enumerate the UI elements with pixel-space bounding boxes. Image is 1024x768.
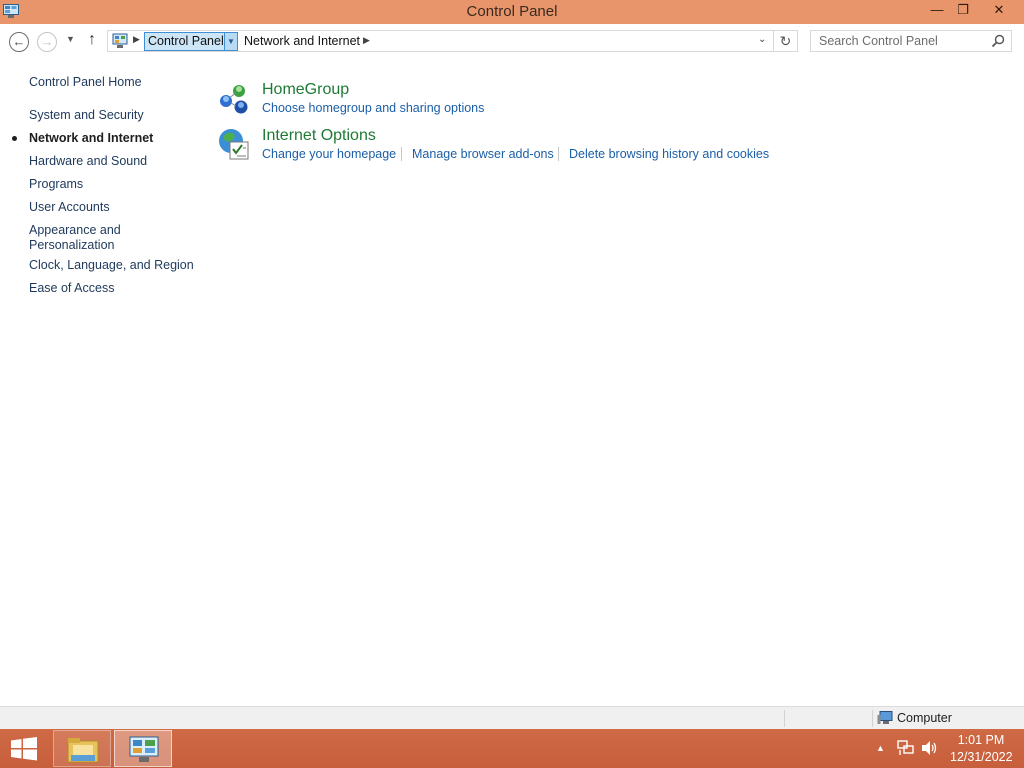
nav-programs[interactable]: Programs [29, 177, 83, 192]
taskbar-file-explorer-button[interactable] [53, 730, 111, 767]
forward-button[interactable]: → [37, 32, 57, 52]
control-panel-icon [129, 736, 159, 762]
address-history-dropdown-icon[interactable]: ⌄ [758, 34, 766, 45]
navigation-bar: ← → ▼ ↑ ▶ Control Panel ▼ Network and In… [0, 24, 1024, 58]
nav-ease-of-access[interactable]: Ease of Access [29, 281, 114, 296]
nav-system-and-security[interactable]: System and Security [29, 108, 144, 123]
search-icon[interactable] [991, 34, 1005, 48]
window-title: Control Panel [466, 3, 558, 20]
search-input[interactable] [811, 31, 987, 51]
status-divider [784, 710, 785, 727]
category-title-homegroup[interactable]: HomeGroup [262, 81, 349, 99]
nav-appearance-line2: Personalization [29, 238, 115, 252]
refresh-button[interactable]: ↻ [774, 30, 798, 52]
nav-clock-language-region[interactable]: Clock, Language, and Region [29, 258, 194, 273]
clock-date[interactable]: 12/31/2022 [950, 750, 1013, 764]
status-divider [872, 710, 873, 727]
breadcrumb-dropdown-icon[interactable]: ▼ [224, 32, 238, 51]
breadcrumb-separator-icon[interactable]: ▶ [133, 34, 140, 45]
close-button[interactable]: ✕ [977, 0, 1021, 20]
clock-time[interactable]: 1:01 PM [950, 733, 1012, 747]
restore-button[interactable]: ❐ [951, 0, 975, 20]
nav-network-and-internet[interactable]: Network and Internet [29, 131, 153, 146]
network-icon[interactable] [897, 740, 914, 756]
category-title-internet-options[interactable]: Internet Options [262, 127, 376, 145]
recent-locations-button[interactable]: ▼ [66, 34, 75, 44]
minimize-button[interactable]: — [925, 0, 949, 20]
search-box[interactable] [810, 30, 1012, 52]
internet-options-icon[interactable] [217, 127, 251, 161]
link-divider [558, 147, 559, 161]
taskbar-control-panel-button[interactable] [114, 730, 172, 767]
nav-appearance-and-personalization[interactable]: Appearance and Personalization [29, 223, 121, 253]
current-item-bullet-icon [12, 136, 17, 141]
breadcrumb-control-panel[interactable]: Control Panel [144, 32, 228, 51]
nav-user-accounts[interactable]: User Accounts [29, 200, 110, 215]
homegroup-icon[interactable] [217, 82, 251, 116]
show-hidden-icons-button[interactable]: ▲ [876, 743, 885, 753]
link-choose-homegroup-options[interactable]: Choose homegroup and sharing options [262, 101, 484, 115]
breadcrumb-separator-icon[interactable]: ▶ [363, 35, 370, 46]
nav-appearance-line1: Appearance and [29, 223, 121, 237]
windows-start-icon[interactable] [10, 737, 38, 761]
address-bar[interactable]: ▶ Control Panel ▼ Network and Internet ▶… [107, 30, 774, 52]
link-change-homepage[interactable]: Change your homepage [262, 147, 396, 161]
control-panel-icon [112, 33, 128, 48]
nav-hardware-and-sound[interactable]: Hardware and Sound [29, 154, 147, 169]
back-button[interactable]: ← [9, 32, 29, 52]
computer-icon [877, 711, 893, 724]
volume-icon[interactable] [921, 740, 938, 756]
title-bar: Control Panel — ❐ ✕ [0, 0, 1024, 24]
up-button[interactable]: ↑ [88, 31, 96, 49]
taskbar: ▲ 1:01 PM 12/31/2022 [0, 729, 1024, 768]
file-explorer-icon [67, 738, 99, 763]
status-bar: Computer [0, 706, 1024, 729]
link-manage-browser-addons[interactable]: Manage browser add-ons [412, 147, 554, 161]
breadcrumb-network-and-internet[interactable]: Network and Internet [244, 34, 360, 48]
link-delete-browsing-history[interactable]: Delete browsing history and cookies [569, 147, 769, 161]
link-divider [401, 147, 402, 161]
status-zone-label: Computer [897, 711, 952, 725]
nav-control-panel-home[interactable]: Control Panel Home [29, 75, 142, 90]
